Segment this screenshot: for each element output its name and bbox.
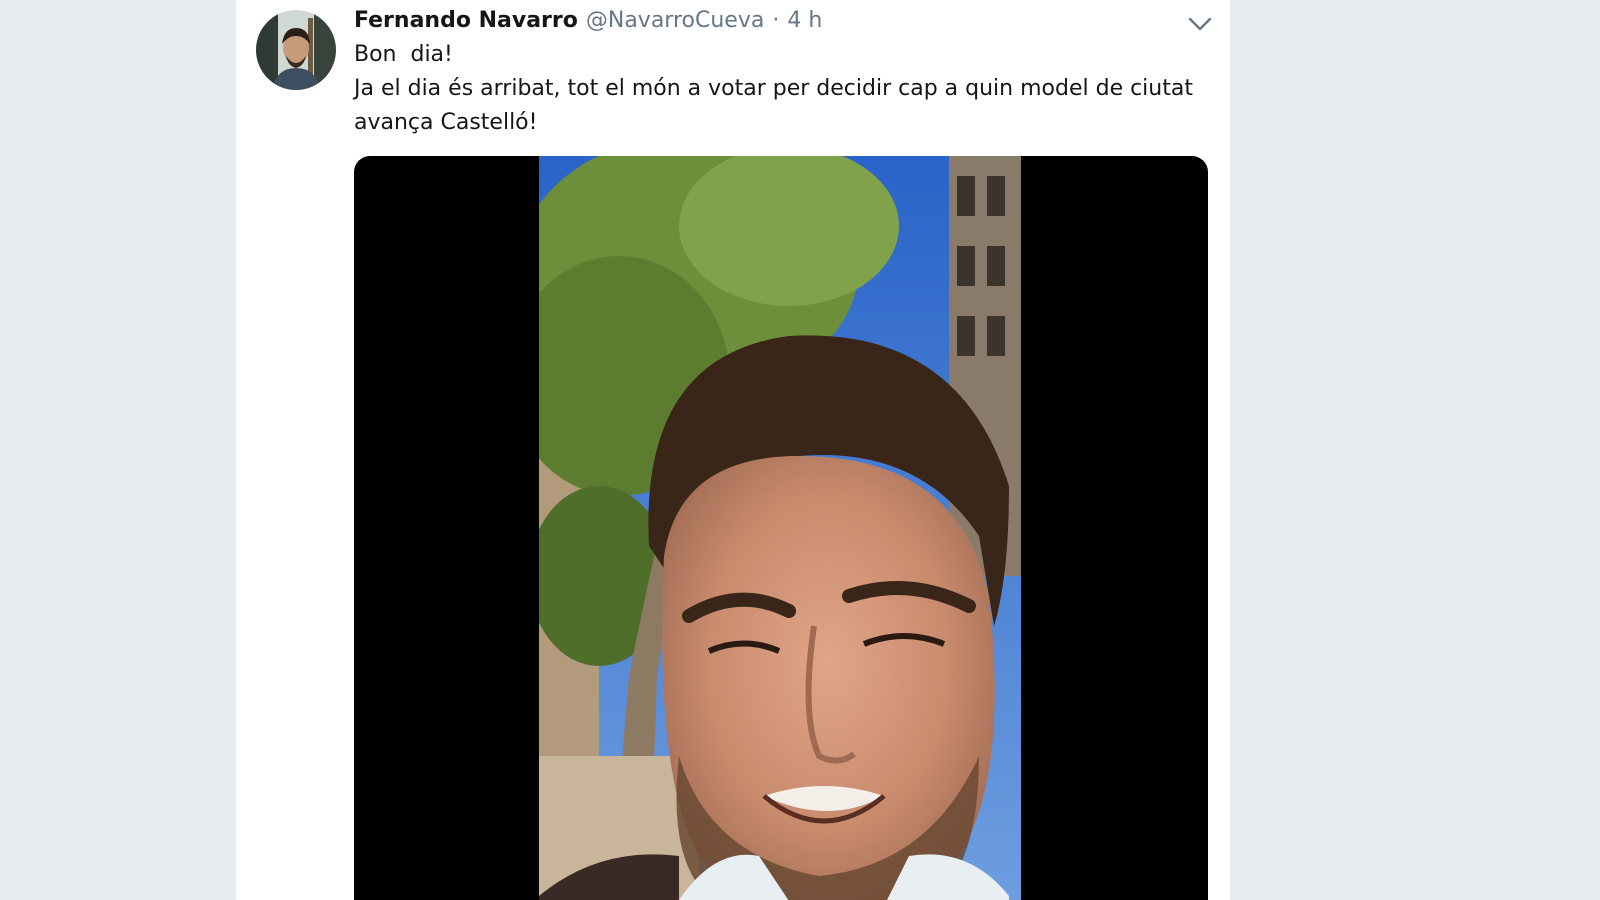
video-player[interactable]	[354, 156, 1208, 900]
avatar[interactable]	[256, 10, 336, 90]
tweet[interactable]: Fernando Navarro @NavarroCueva · 4 h Bon…	[236, 0, 1230, 900]
tweet-timestamp[interactable]: 4 h	[787, 6, 822, 36]
tweet-header: Fernando Navarro @NavarroCueva · 4 h	[354, 6, 822, 36]
tweet-text: Bon dia! Ja el dia és arribat, tot el món…	[354, 38, 1194, 140]
timeline-column: Fernando Navarro @NavarroCueva · 4 h Bon…	[236, 0, 1230, 900]
header-separator: ·	[772, 8, 780, 33]
author-name[interactable]: Fernando Navarro	[354, 6, 578, 36]
tweet-text-body: Ja el dia és arribat, tot el món a votar…	[354, 76, 1200, 135]
video-frame	[539, 156, 1021, 900]
page: Fernando Navarro @NavarroCueva · 4 h Bon…	[0, 0, 1600, 900]
chevron-down-icon[interactable]	[1186, 14, 1214, 34]
author-handle[interactable]: @NavarroCueva	[586, 6, 764, 36]
tweet-text-line: Bon dia!	[354, 42, 453, 67]
